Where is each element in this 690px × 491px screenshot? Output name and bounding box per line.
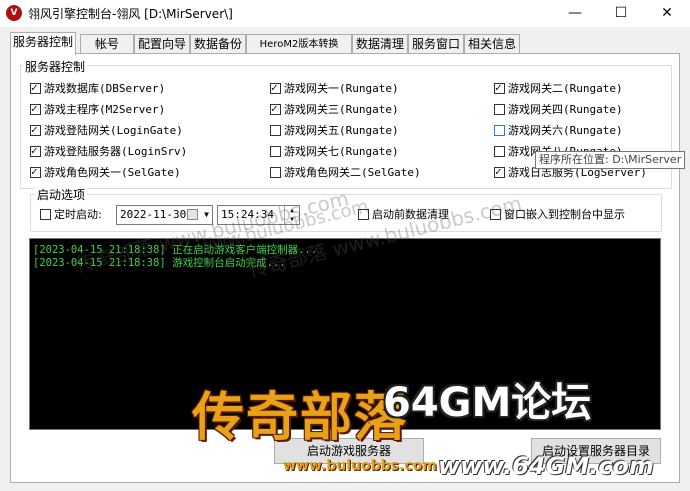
tab-data-backup[interactable]: 数据备份 (190, 34, 246, 54)
maximize-button[interactable]: ☐ (598, 0, 644, 27)
tab-related-info[interactable]: 相关信息 (464, 34, 520, 54)
checkbox-box (270, 125, 281, 136)
watermark-logo: 传奇部落 (192, 387, 409, 448)
time-spinner[interactable]: ▲ ▼ (284, 206, 299, 224)
checkbox-check-icon (270, 80, 281, 96)
tab-service-window[interactable]: 服务窗口 (408, 34, 464, 54)
checkbox-rungate-1[interactable]: 游戏网关一(Rungate) (270, 80, 399, 97)
checkbox-check-icon (494, 164, 505, 180)
checkbox-check-icon (270, 101, 281, 117)
spin-down-icon[interactable]: ▼ (290, 216, 294, 223)
checkbox-dbserver[interactable]: 游戏数据库(DBServer) (30, 80, 165, 97)
checkbox-rungate-3[interactable]: 游戏网关三(Rungate) (270, 101, 399, 118)
log-line: [2023-04-15 21:18:38] 游戏控制台启动完成... (33, 257, 286, 269)
start-date-picker[interactable]: 2022-11-30 ▼ (116, 205, 213, 225)
checkbox-selgate-1[interactable]: 游戏角色网关一(SelGate) (30, 164, 181, 181)
checkbox-check-icon (494, 80, 505, 96)
tooltip: 程序所在位置: D:\MirServer (535, 151, 686, 169)
checkbox-box (490, 209, 501, 220)
start-date-value: 2022-11-30 (120, 208, 187, 221)
checkbox-logingate[interactable]: 游戏登陆网关(LoginGate) (30, 122, 183, 139)
checkbox-rungate-2[interactable]: 游戏网关二(Rungate) (494, 80, 623, 97)
chevron-down-icon[interactable]: ▼ (204, 206, 209, 224)
close-button[interactable]: ✕ (644, 0, 690, 27)
watermark-gm-url: www.64GM.com (438, 452, 654, 480)
tab-config-wizard[interactable]: 配置向导 (134, 34, 190, 54)
checkbox-box (40, 209, 51, 220)
start-time-value: 15:24:34 (221, 208, 274, 221)
spin-up-icon[interactable]: ▲ (290, 207, 294, 214)
start-time-picker[interactable]: 15:24:34 ▲ ▼ (217, 205, 300, 225)
checkbox-check-icon (30, 80, 41, 96)
checkbox-rungate-6[interactable]: 游戏网关六(Rungate) (494, 123, 623, 139)
checkbox-check-icon (30, 122, 41, 138)
tab-account[interactable]: 帐号 (80, 34, 134, 54)
tab-data-cleanup[interactable]: 数据清理 (352, 34, 408, 54)
window-title: 翎风引擎控制台-翎风 [D:\MirServer\] (28, 7, 233, 21)
checkbox-rungate-4[interactable]: 游戏网关四(Rungate) (494, 102, 623, 118)
checkbox-loginsrv[interactable]: 游戏登陆服务器(LoginSrv) (30, 143, 187, 160)
app-logo-icon: V (6, 5, 22, 21)
checkbox-timed-start[interactable]: 定时启动: (40, 207, 102, 223)
tab-server-control[interactable]: 服务器控制 (10, 32, 76, 55)
checkbox-box (494, 104, 505, 115)
watermark-gm-title: 64GM论坛 (383, 380, 592, 426)
checkbox-m2server[interactable]: 游戏主程序(M2Server) (30, 101, 165, 118)
checkbox-check-icon (30, 164, 41, 180)
checkbox-box (494, 146, 505, 157)
checkbox-rungate-5[interactable]: 游戏网关五(Rungate) (270, 123, 399, 139)
checkbox-rungate-7[interactable]: 游戏网关七(Rungate) (270, 144, 399, 160)
checkbox-clean-before-start[interactable]: 启动前数据清理 (358, 207, 449, 223)
server-control-group-title: 服务器控制 (23, 58, 88, 75)
title-bar[interactable]: V 翎风引擎控制台-翎风 [D:\MirServer\] — ☐ ✕ (0, 0, 690, 27)
checkbox-box (270, 167, 281, 178)
watermark-logo-url: www.buluobbs.com (283, 458, 437, 474)
startup-options-group-title: 启动选项 (35, 186, 88, 203)
checkbox-box (270, 146, 281, 157)
checkbox-box (358, 209, 369, 220)
tab-herom2-convert[interactable]: HeroM2版本转换 (246, 34, 352, 54)
checkbox-selgate-2[interactable]: 游戏角色网关二(SelGate) (270, 165, 421, 181)
checkbox-box (494, 125, 505, 136)
calendar-icon[interactable] (187, 209, 198, 220)
minimize-button[interactable]: — (552, 0, 598, 27)
checkbox-check-icon (30, 101, 41, 117)
checkbox-check-icon (30, 143, 41, 159)
checkbox-embed-window[interactable]: 窗口嵌入到控制台中显示 (490, 207, 625, 223)
